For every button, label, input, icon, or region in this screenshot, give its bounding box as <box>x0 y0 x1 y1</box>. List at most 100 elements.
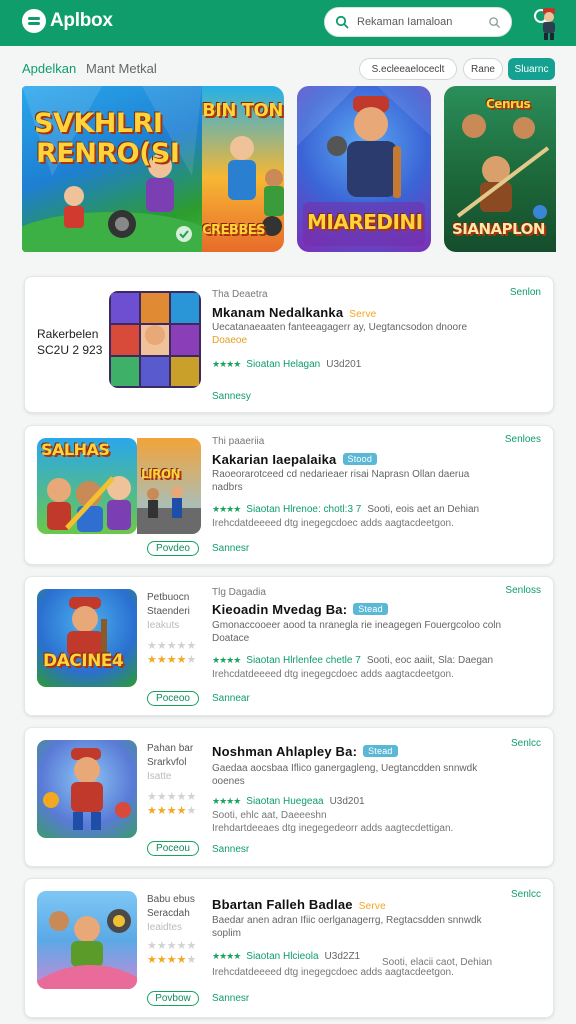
card-left-label-3: Ieakuts <box>147 620 180 631</box>
app-thumbnail[interactable] <box>37 891 137 989</box>
card-desc-line1: Raoeorarotceed cd nedarieaer risai Napra… <box>212 469 470 480</box>
card-desc-line1: Baedar anen adran Ifiic oerlganagerrg, R… <box>212 915 482 926</box>
card-desc-line2: ooenes <box>212 776 245 787</box>
card-left-label: Pahan bar <box>147 743 194 754</box>
app-thumbnail[interactable] <box>109 291 201 388</box>
thumbnail-art <box>43 748 131 830</box>
card-desc-line2: soplim <box>212 928 241 939</box>
card-title: Noshman Ahlapley Ba: <box>212 744 358 759</box>
card-left-label-2: Staenderi <box>147 606 190 617</box>
app-logo[interactable]: Aplbox <box>22 9 113 33</box>
price-button[interactable]: Poceou <box>147 841 199 856</box>
cta-button[interactable]: Sluarnc <box>508 58 555 80</box>
card-left-label-2: SC2U 2 923 <box>37 343 103 357</box>
card-badge: Stood <box>342 453 378 465</box>
app-card[interactable]: Rakerbelen SC2U 2 923 Tha Deaetra Senlon… <box>24 276 554 413</box>
rating-text[interactable]: Siaotan Huegeaa <box>246 796 323 807</box>
star-rating: ★★★★★ ★★★★★ <box>147 790 196 818</box>
card-desc-line2: nadbrs <box>212 482 243 493</box>
card-more-link[interactable]: Senloss <box>505 585 541 596</box>
card-description: Baedar anen adran Ifiic oerlganagerrg, R… <box>212 914 502 940</box>
banner-title-top: BIN TON <box>202 100 283 121</box>
card-title: Bbartan Falleh Badlae <box>212 897 353 912</box>
featured-banner[interactable]: MIAREDINI <box>297 86 431 252</box>
tab-apps[interactable]: Apdelkan <box>22 61 76 76</box>
search-icon <box>335 15 349 29</box>
thumbnail-title: LIRON <box>141 467 181 481</box>
featured-banner[interactable]: Cenrus SIANAPLON <box>444 86 556 252</box>
star-row-filled-icon: ★★★★★ <box>147 654 197 666</box>
profile-avatar-icon[interactable] <box>532 4 558 42</box>
card-title-row: Kakarian Iaepalaika Stood <box>212 452 378 467</box>
rating-stars-icon: ★★★★ <box>212 504 241 514</box>
card-footer-link[interactable]: Sannesr <box>212 844 249 855</box>
card-description: Gaedaa aocsbaa Iflico ganergagleng, Uegt… <box>212 762 502 788</box>
featured-banner[interactable]: SVKHLRI RENRO(SI <box>22 86 202 252</box>
rating-extra-3: Irehdartdeeaes dtg inegegedeorr adds aag… <box>212 823 454 834</box>
menu-icon <box>22 9 46 33</box>
featured-carousel[interactable]: SVKHLRI RENRO(SI BIN TON CREBBES MIAREDI… <box>0 86 576 254</box>
card-desc-line1: Gaedaa aocsbaa Iflico ganergagleng, Uegt… <box>212 763 478 774</box>
card-left-label-2: Seracdah <box>147 908 190 919</box>
price-button[interactable]: Povbow <box>147 991 199 1006</box>
card-category: Tha Deaetra <box>212 289 268 300</box>
app-card[interactable]: Pahan bar Srarkvfol Isatte ★★★★★ ★★★★★ S… <box>24 727 554 867</box>
banner-title-bottom: CREBBES <box>202 223 266 238</box>
rating-text[interactable]: Siaotan Hlrenoe: chotl:3 7 <box>246 504 361 515</box>
card-rating: ★★★★ Sioatan Helagan U3d201 <box>212 359 361 370</box>
card-title: Kieoadin Mvedag Ba: <box>212 602 348 617</box>
thumbnail-title: DACINE4 <box>43 651 124 671</box>
app-thumbnail[interactable] <box>37 740 137 838</box>
app-thumbnail[interactable]: LIRON <box>137 438 201 534</box>
card-footer-link[interactable]: Sannesr <box>212 543 249 554</box>
card-rating: ★★★★ Siaotan Hlcieola U3d2Z1 <box>212 951 360 962</box>
card-footer-link[interactable]: Sannesr <box>212 993 249 1004</box>
card-left-label: Petbuocn <box>147 592 190 603</box>
card-more-link[interactable]: Senlcc <box>511 889 541 900</box>
banner-title: SIANAPLON <box>452 220 545 238</box>
search-clear-icon[interactable] <box>488 16 501 29</box>
rating-text[interactable]: Sioatan Helagan <box>246 359 320 370</box>
rating-extra: Sooti, eois aet an Dehian <box>367 504 480 515</box>
card-more-link[interactable]: Senlcc <box>511 738 541 749</box>
star-row-empty-icon: ★★★★★ <box>147 640 197 652</box>
rating-stars-icon: ★★★★ <box>212 951 241 961</box>
app-name: Aplbox <box>50 10 113 31</box>
card-footer-link[interactable]: Sannear <box>212 693 250 704</box>
card-left-label-3: Isatte <box>147 771 172 782</box>
card-more-link[interactable]: Senloes <box>505 434 541 445</box>
rating-extra: U3d201 <box>329 796 365 807</box>
card-description: Uecatanaeaaten fanteeagagerr ay, Uegtanc… <box>212 321 502 347</box>
tab-secondary[interactable]: Mant Metkal <box>86 61 157 76</box>
app-card[interactable]: Babu ebus Seracdah Ieaidtes ★★★★★ ★★★★★ … <box>24 878 554 1018</box>
search-placeholder: Rekaman Iamaloan <box>357 16 453 28</box>
card-footer-link[interactable]: Sannesy <box>212 391 251 402</box>
card-badge: Serve <box>349 309 377 320</box>
thumbnail-art <box>37 909 137 989</box>
banner-title-line1: SVKHLRI <box>34 108 163 139</box>
card-rating: ★★★★ Siaotan Hlrenoe: chotl:3 7 Sooti, e… <box>212 504 479 515</box>
card-desc-line1: Gmonaccooeer aood ta nranegla rie ineage… <box>212 620 502 631</box>
rating-extra-2: Irehcdatdeeeed dtg inegegcdoec adds aagt… <box>212 669 454 680</box>
app-card[interactable]: DACINE4 Petbuocn Staenderi Ieakuts ★★★★★… <box>24 576 554 716</box>
card-description: Gmonaccooeer aood ta nranegla rie ineage… <box>212 619 502 645</box>
app-thumbnail[interactable]: DACINE4 <box>37 589 137 687</box>
card-title: Mkanam Nedalkanka <box>212 305 344 320</box>
app-card[interactable]: SALHAS LIRON Thi paaeriia Senloes Kakari… <box>24 425 554 565</box>
price-button[interactable]: Poceoo <box>147 691 199 706</box>
card-more-link[interactable]: Senlon <box>510 287 541 298</box>
rating-text[interactable]: Siaotan Hlcieola <box>246 951 318 962</box>
card-left-label: Rakerbelen <box>37 327 99 341</box>
app-thumbnail[interactable]: SALHAS <box>37 438 137 534</box>
card-left-label-2: Srarkvfol <box>147 757 187 768</box>
filter-dropdown[interactable]: S.ecleeaeloceclt <box>359 58 457 80</box>
star-row-filled-icon: ★★★★★ <box>147 954 197 966</box>
star-rating: ★★★★★ ★★★★★ <box>147 939 196 967</box>
filter-short-button[interactable]: Rane <box>463 58 503 80</box>
thumbnail-art <box>67 597 107 659</box>
rating-text[interactable]: Siaotan Hlrlenfee chetle 7 <box>246 655 361 666</box>
search-input[interactable]: Rekaman Iamaloan <box>324 7 512 37</box>
card-badge: Stead <box>353 603 388 615</box>
featured-banner[interactable]: BIN TON CREBBES <box>202 86 284 252</box>
price-button[interactable]: Povdeo <box>147 541 199 556</box>
